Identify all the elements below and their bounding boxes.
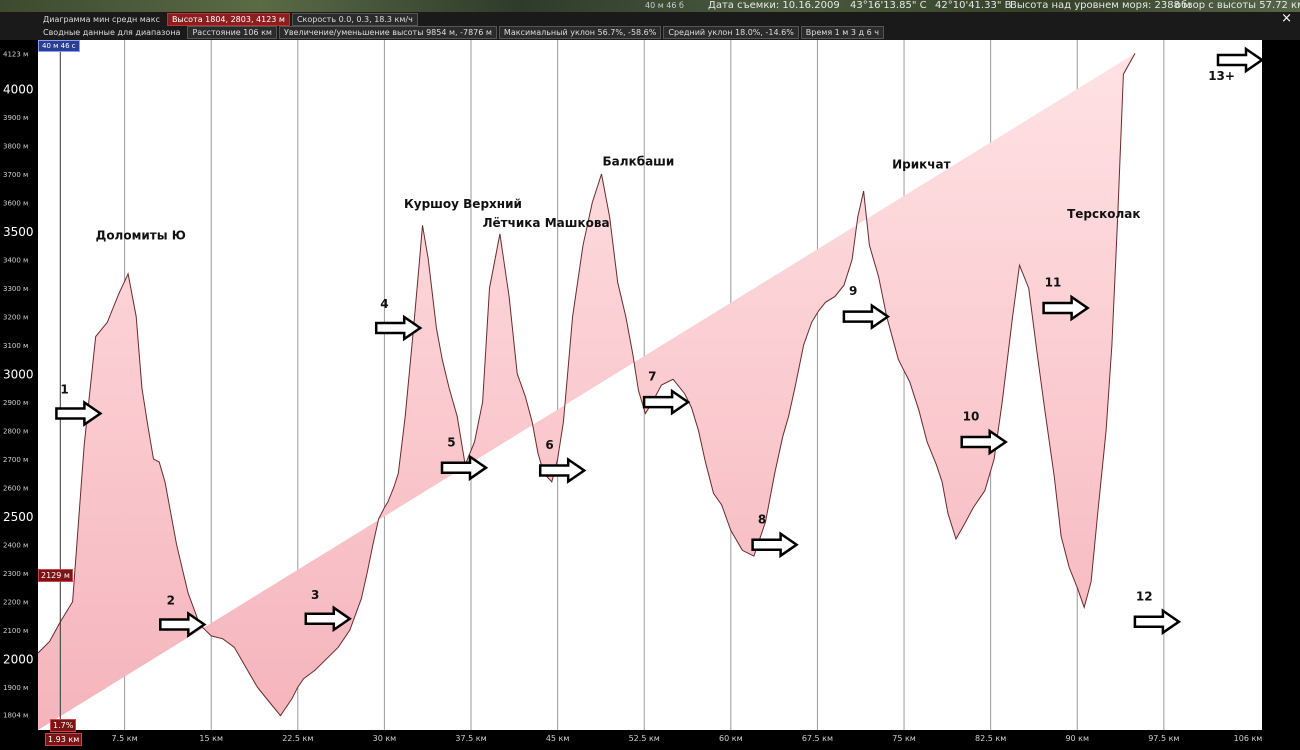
marker-label: 2 — [167, 594, 175, 608]
x-tick-label: 37.5 км — [455, 734, 486, 743]
x-tick-label: 15 км — [199, 734, 223, 743]
elevation: Высота над уровнем моря: 2388 м — [1010, 0, 1191, 11]
y-major-label: 2500 — [3, 510, 34, 524]
peak-label: Доломиты Ю — [96, 229, 186, 243]
marker-label: 1 — [60, 383, 68, 397]
x-tick-label: 90 км — [1065, 734, 1089, 743]
y-tick-label: 3200 м — [3, 314, 28, 322]
imagery-date: Дата съемки: 10.16.2009 — [708, 0, 840, 11]
marker-label: 5 — [447, 435, 455, 449]
zoom-readout: 40 м 46 б — [645, 1, 684, 10]
y-tick-label: 2800 м — [3, 428, 28, 436]
y-major-label: 4000 — [3, 82, 34, 96]
latitude: 43°16'13.85" С — [850, 0, 927, 11]
y-tick-label: 3900 м — [3, 114, 28, 122]
speed-stats[interactable]: Скорость 0.0, 0.3, 18.3 км/ч — [291, 12, 418, 26]
diagram-label: Диаграмма мин средн макс — [43, 14, 160, 24]
y-tick-label: 2100 м — [3, 627, 28, 635]
marker-label: 11 — [1045, 276, 1062, 290]
x-tick-label: 82.5 км — [975, 734, 1006, 743]
y-tick-label: 3300 м — [3, 285, 28, 293]
marker-label: 10 — [963, 410, 980, 424]
y-tick-label: 2900 м — [3, 399, 28, 407]
elevation-chart[interactable]: 4123 м3900 м3800 м3700 м3600 м3400 м3300… — [0, 40, 1300, 746]
x-tick-label: 106 км — [1234, 734, 1263, 743]
gain-stat: Увеличение/уменьшение высоты 9854 м, -78… — [278, 25, 497, 39]
peak-label: Ирикчат — [892, 157, 951, 171]
y-tick-label: 3600 м — [3, 200, 28, 208]
marker-label: 8 — [758, 512, 766, 526]
cursor-altitude-badge: 2129 м — [38, 569, 73, 582]
peak-label: Балкбаши — [603, 154, 675, 168]
y-tick-label: 2600 м — [3, 485, 28, 493]
x-tick-label: 7.5 км — [112, 734, 138, 743]
marker-label: 13+ — [1208, 69, 1235, 83]
x-tick-label: 30 км — [373, 734, 397, 743]
summary-label: Сводные данные для диапазона — [43, 27, 181, 37]
height-stats[interactable]: Высота 1804, 2803, 4123 м — [166, 12, 290, 26]
peak-label: Лётчика Машкова — [483, 216, 610, 230]
peak-label: Куршоу Верхний — [404, 197, 522, 211]
y-tick-label: 3400 м — [3, 257, 28, 265]
close-icon[interactable]: × — [1281, 12, 1292, 25]
y-tick-label: 3100 м — [3, 342, 28, 350]
summary-row: Сводные данные для диапазона Расстояние … — [38, 25, 886, 39]
peak-label: Терсколак — [1067, 207, 1140, 221]
x-tick-label: 45 км — [546, 734, 570, 743]
y-tick-label: 2200 м — [3, 599, 28, 607]
avg-slope-stat: Средний уклон 18.0%, -14.6% — [663, 25, 799, 39]
marker-label: 3 — [311, 588, 319, 602]
cursor-tag: 40 м 46 с — [38, 40, 80, 52]
right-margin — [1262, 40, 1300, 746]
y-major-label: 3500 — [3, 225, 34, 239]
x-tick-label: 60 км — [719, 734, 743, 743]
distance-stat: Расстояние 106 км — [187, 25, 277, 39]
y-tick-label: 2700 м — [3, 456, 28, 464]
marker-label: 9 — [849, 284, 857, 298]
y-major-label: 2000 — [3, 653, 34, 667]
y-tick-label: 1900 м — [3, 684, 28, 692]
y-tick-label: 4123 м — [3, 50, 28, 58]
y-tick-label: 3800 м — [3, 142, 28, 150]
y-tick-label: 3700 м — [3, 171, 28, 179]
elevation-plot[interactable]: 4123 м 3900 м 3800 м 3700 м 3600 м 3400 м 3300… — [0, 40, 1300, 746]
max-slope-stat: Максимальный уклон 56.7%, -58.6% — [498, 25, 662, 39]
y-tick-label: 2300 м — [3, 570, 28, 578]
top-toolbar: 40 м 46 б Дата съемки: 10.16.2009 43°16'… — [0, 0, 1300, 40]
longitude: 42°10'41.33" В — [935, 0, 1012, 11]
marker-label: 7 — [648, 370, 656, 384]
x-tick-label: 52.5 км — [629, 734, 660, 743]
cursor-distance-badge: 1.93 км — [45, 733, 83, 746]
time-stat: Время 1 м 3 д 6 ч — [800, 25, 884, 39]
cursor-slope-badge: 1.7% — [50, 719, 77, 732]
marker-label: 6 — [545, 438, 553, 452]
x-tick-label: 75 км — [892, 734, 916, 743]
x-tick-label: 67.5 км — [802, 734, 833, 743]
y-tick-label: 1804 м — [3, 712, 28, 720]
chart-row: Диаграмма мин средн макс Высота 1804, 28… — [38, 12, 420, 26]
y-tick-label: 2400 м — [3, 542, 28, 550]
marker-label: 4 — [380, 297, 388, 311]
y-major-label: 3000 — [3, 368, 34, 382]
x-tick-label: 97.5 км — [1148, 734, 1179, 743]
marker-label: 12 — [1136, 589, 1153, 603]
x-tick-label: 22.5 км — [282, 734, 313, 743]
